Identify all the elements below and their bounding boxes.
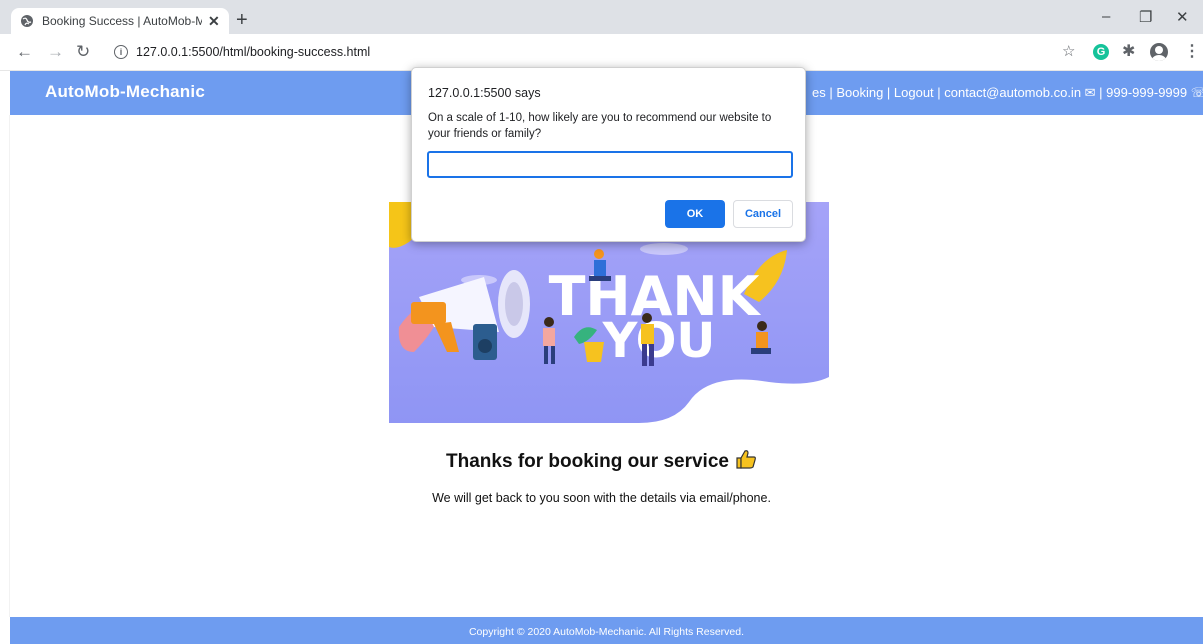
grammarly-extension-icon[interactable]: G	[1093, 44, 1109, 60]
confirmation-message: We will get back to you soon with the de…	[432, 491, 771, 505]
browser-tab[interactable]: Booking Success | AutoMob-Mec ✕	[11, 8, 229, 34]
window-close-icon[interactable]: ✕	[1176, 8, 1189, 26]
tab-title: Booking Success | AutoMob-Mec	[42, 14, 202, 28]
close-tab-icon[interactable]: ✕	[208, 13, 220, 30]
bookmark-star-icon[interactable]: ☆	[1062, 44, 1075, 60]
page-left-border	[9, 115, 10, 617]
nav-links[interactable]: es | Booking | Logout | contact@automob.…	[812, 85, 1203, 101]
dialog-message: On a scale of 1-10, how likely are you t…	[428, 112, 772, 140]
menu-kebab-icon[interactable]: ⋮	[1184, 44, 1200, 60]
dialog-input[interactable]	[427, 151, 793, 178]
browser-toolbar: ← → ↻ i 127.0.0.1:5500/html/booking-succ…	[0, 34, 1203, 71]
extensions-puzzle-icon[interactable]: ✱	[1122, 44, 1135, 60]
illustration-text-you: YOU	[602, 313, 716, 369]
page-heading: Thanks for booking our service	[0, 448, 1203, 476]
browser-window: Booking Success | AutoMob-Mec ✕ + – ❐ ✕ …	[0, 0, 1203, 644]
new-tab-button[interactable]: +	[236, 9, 248, 32]
minimize-icon[interactable]: –	[1102, 8, 1110, 25]
site-footer: Copyright © 2020 AutoMob-Mechanic. All R…	[10, 617, 1203, 644]
thumbs-up-icon	[735, 448, 757, 476]
dialog-title: 127.0.0.1:5500 says	[428, 86, 541, 100]
forward-arrow-icon[interactable]: →	[47, 43, 64, 61]
url-text: 127.0.0.1:5500/html/booking-success.html	[136, 45, 371, 59]
back-arrow-icon[interactable]: ←	[16, 43, 33, 61]
site-info-icon[interactable]: i	[114, 45, 128, 59]
site-brand[interactable]: AutoMob-Mechanic	[45, 82, 205, 102]
globe-icon	[19, 13, 35, 29]
tab-strip: Booking Success | AutoMob-Mec ✕ + – ❐ ✕	[0, 0, 1203, 34]
restore-icon[interactable]: ❐	[1139, 8, 1152, 26]
profile-avatar-icon[interactable]	[1150, 43, 1168, 61]
heading-text: Thanks for booking our service	[446, 451, 729, 472]
address-bar[interactable]: i 127.0.0.1:5500/html/booking-success.ht…	[99, 40, 1099, 64]
copyright-text: Copyright © 2020 AutoMob-Mechanic. All R…	[468, 626, 745, 638]
prompt-dialog: 127.0.0.1:5500 says On a scale of 1-10, …	[411, 67, 806, 242]
reload-icon[interactable]: ↻	[76, 43, 90, 61]
ok-button[interactable]: OK	[665, 200, 725, 228]
cancel-button[interactable]: Cancel	[733, 200, 793, 228]
